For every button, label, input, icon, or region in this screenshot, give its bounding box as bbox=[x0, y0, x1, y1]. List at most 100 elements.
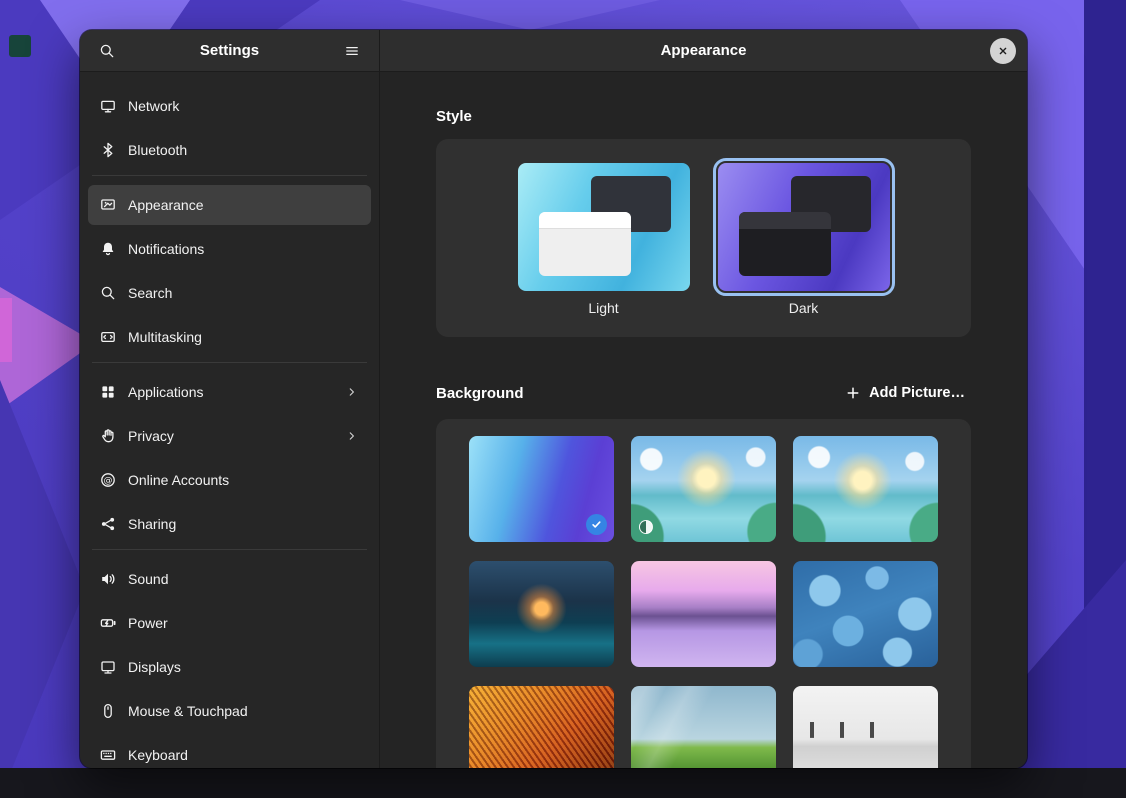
desktop-icon bbox=[9, 35, 31, 57]
applications-icon bbox=[100, 384, 116, 400]
preview-window-front bbox=[539, 212, 631, 276]
search-icon bbox=[99, 43, 115, 59]
sidebar-item-mouse-touchpad[interactable]: Mouse & Touchpad bbox=[88, 691, 371, 731]
mouse-touchpad-icon bbox=[100, 703, 116, 719]
sharing-icon bbox=[100, 516, 116, 532]
sidebar-item-label: Notifications bbox=[128, 241, 204, 257]
sidebar-divider bbox=[92, 362, 367, 363]
preview-window-front bbox=[739, 212, 831, 276]
bluetooth-icon bbox=[100, 142, 116, 158]
sidebar-item-power[interactable]: Power bbox=[88, 603, 371, 643]
style-preview-dark[interactable] bbox=[718, 163, 890, 291]
close-button[interactable] bbox=[990, 38, 1016, 64]
sidebar-item-bluetooth[interactable]: Bluetooth bbox=[88, 130, 371, 170]
style-option-label: Light bbox=[588, 300, 618, 316]
background-thumb-winter-trees[interactable] bbox=[631, 561, 776, 667]
sidebar-item-sound[interactable]: Sound bbox=[88, 559, 371, 599]
sidebar-item-label: Applications bbox=[128, 384, 204, 400]
sidebar-divider bbox=[92, 175, 367, 176]
sidebar-divider bbox=[92, 549, 367, 550]
keyboard-icon bbox=[100, 747, 116, 763]
sidebar-item-keyboard[interactable]: Keyboard bbox=[88, 735, 371, 768]
settings-window: Settings Network Bluetooth Appearance N bbox=[80, 30, 1027, 768]
background-thumb-orange-fabric[interactable] bbox=[469, 686, 614, 768]
background-section-header: Background Add Picture… bbox=[436, 381, 971, 405]
appearance-panel: Appearance Style Light bbox=[380, 30, 1027, 768]
search-button[interactable] bbox=[90, 36, 124, 66]
sidebar-headerbar[interactable]: Settings bbox=[80, 30, 379, 72]
preview-window-header bbox=[739, 212, 831, 229]
sound-icon bbox=[100, 571, 116, 587]
background-thumb-triangles-blue[interactable] bbox=[469, 436, 614, 542]
network-icon bbox=[100, 98, 116, 114]
sidebar-item-label: Power bbox=[128, 615, 168, 631]
main-headerbar[interactable]: Appearance bbox=[380, 30, 1027, 72]
sidebar-item-label: Sharing bbox=[128, 516, 176, 532]
style-options-row: Light Dark bbox=[436, 163, 971, 316]
sidebar-item-label: Appearance bbox=[128, 197, 204, 213]
sidebar-item-network[interactable]: Network bbox=[88, 86, 371, 126]
sidebar-item-appearance[interactable]: Appearance bbox=[88, 185, 371, 225]
sidebar-item-sharing[interactable]: Sharing bbox=[88, 504, 371, 544]
chevron-right-icon bbox=[345, 385, 359, 399]
notifications-icon bbox=[100, 241, 116, 257]
sidebar-title: Settings bbox=[124, 42, 335, 59]
sidebar-item-label: Online Accounts bbox=[128, 472, 229, 488]
settings-sidebar: Settings Network Bluetooth Appearance N bbox=[80, 30, 380, 768]
background-thumb-blue-knots[interactable] bbox=[793, 561, 938, 667]
add-picture-label: Add Picture… bbox=[869, 385, 965, 401]
background-thumb-green-field[interactable] bbox=[631, 686, 776, 768]
multitasking-icon bbox=[100, 329, 116, 345]
content-scroll-area[interactable]: Style Light bbox=[380, 72, 1027, 768]
sidebar-item-multitasking[interactable]: Multitasking bbox=[88, 317, 371, 357]
background-thumbnail-grid bbox=[468, 436, 939, 768]
sidebar-item-applications[interactable]: Applications bbox=[88, 372, 371, 412]
close-icon bbox=[996, 44, 1010, 58]
sidebar-item-label: Displays bbox=[128, 659, 181, 675]
style-section-label: Style bbox=[436, 108, 971, 125]
preview-window-header bbox=[539, 212, 631, 229]
selected-check-icon bbox=[586, 514, 607, 535]
page-title: Appearance bbox=[661, 42, 747, 59]
sidebar-item-privacy[interactable]: Privacy bbox=[88, 416, 371, 456]
background-thumb-meadow-day[interactable] bbox=[631, 436, 776, 542]
search-icon bbox=[100, 285, 116, 301]
privacy-icon bbox=[100, 428, 116, 444]
light-dark-variant-icon bbox=[639, 520, 653, 534]
hamburger-menu-icon bbox=[344, 43, 360, 59]
appearance-icon bbox=[100, 197, 116, 213]
plus-icon bbox=[846, 386, 860, 400]
online-accounts-icon: @ bbox=[100, 472, 116, 488]
sidebar-item-displays[interactable]: Displays bbox=[88, 647, 371, 687]
chevron-right-icon bbox=[345, 429, 359, 443]
sidebar-item-label: Privacy bbox=[128, 428, 174, 444]
background-thumb-meadow-night[interactable] bbox=[469, 561, 614, 667]
background-thumb-pier-monochrome[interactable] bbox=[793, 686, 938, 768]
wallpaper-shape bbox=[400, 0, 660, 30]
sidebar-item-label: Bluetooth bbox=[128, 142, 187, 158]
main-menu-button[interactable] bbox=[335, 36, 369, 66]
sidebar-item-notifications[interactable]: Notifications bbox=[88, 229, 371, 269]
sidebar-item-label: Mouse & Touchpad bbox=[128, 703, 248, 719]
svg-text:@: @ bbox=[104, 476, 113, 486]
displays-icon bbox=[100, 659, 116, 675]
sidebar-item-label: Multitasking bbox=[128, 329, 202, 345]
sidebar-item-label: Sound bbox=[128, 571, 168, 587]
background-thumb-meadow-day-2[interactable] bbox=[793, 436, 938, 542]
style-card: Light Dark bbox=[436, 139, 971, 337]
style-option-light[interactable]: Light bbox=[518, 163, 690, 316]
style-preview-light[interactable] bbox=[518, 163, 690, 291]
power-icon bbox=[100, 615, 116, 631]
sidebar-list: Network Bluetooth Appearance Notificatio… bbox=[80, 72, 379, 768]
add-picture-button[interactable]: Add Picture… bbox=[840, 381, 971, 405]
sidebar-item-label: Network bbox=[128, 98, 179, 114]
sidebar-item-search[interactable]: Search bbox=[88, 273, 371, 313]
sidebar-item-online-accounts[interactable]: @ Online Accounts bbox=[88, 460, 371, 500]
wallpaper-shape bbox=[0, 380, 85, 798]
background-section-label: Background bbox=[436, 385, 524, 402]
style-option-dark[interactable]: Dark bbox=[718, 163, 890, 316]
sidebar-item-label: Search bbox=[128, 285, 172, 301]
taskbar[interactable] bbox=[0, 768, 1126, 798]
sidebar-item-label: Keyboard bbox=[128, 747, 188, 763]
wallpaper-shape bbox=[0, 298, 12, 362]
